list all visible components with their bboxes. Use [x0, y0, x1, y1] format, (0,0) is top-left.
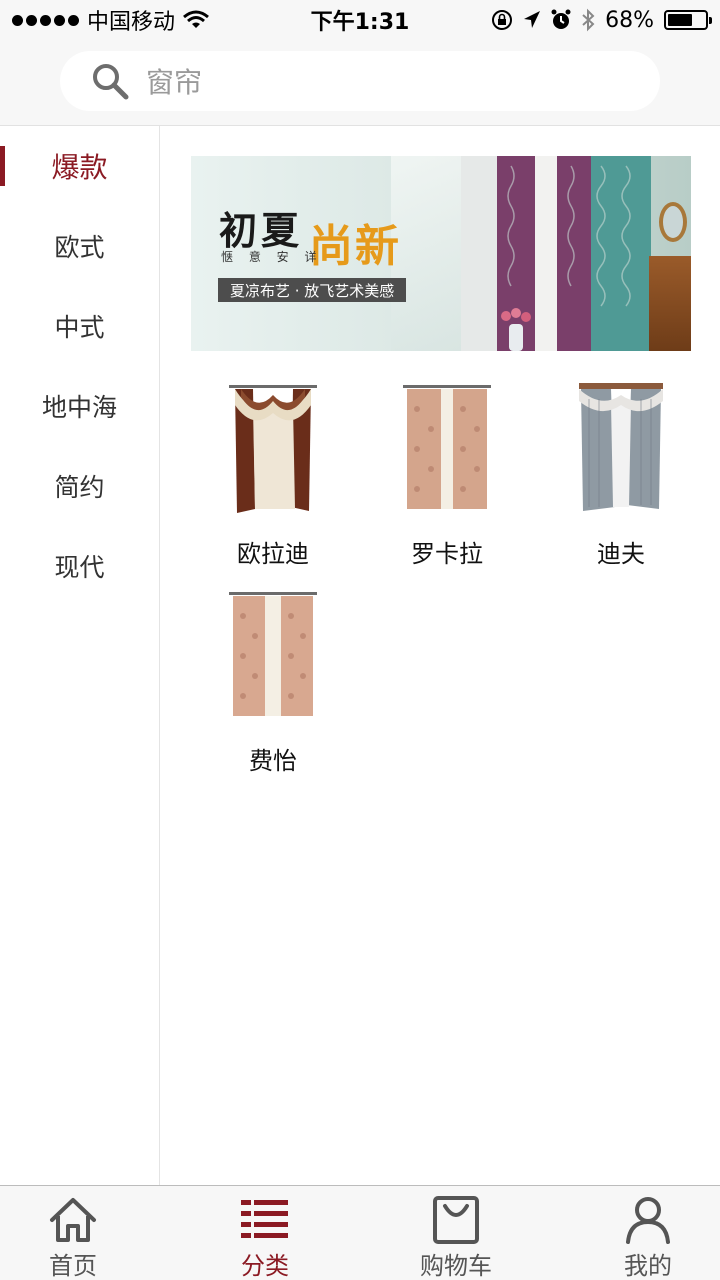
product-image	[535, 374, 707, 524]
sidebar-item-modern[interactable]: 现代	[0, 526, 159, 606]
status-bar: 中国移动 下午1:31 68%	[0, 0, 720, 40]
cart-icon	[433, 1196, 479, 1244]
banner-title-right: 尚新	[309, 221, 401, 272]
product-card[interactable]: 迪夫	[535, 374, 707, 574]
banner-vase-image	[501, 308, 531, 351]
banner-curtain-image	[461, 156, 651, 351]
category-icon	[241, 1200, 288, 1238]
battery-percent: 68%	[605, 7, 654, 33]
banner-subtitle: 惬 意 安 详	[221, 250, 323, 264]
rotation-lock-icon	[492, 10, 513, 30]
tab-category-label: 分类	[241, 1252, 289, 1280]
search-header: 窗帘	[0, 40, 720, 126]
banner-tag: 夏凉布艺 · 放飞艺术美感	[218, 278, 407, 302]
signal-strength-icon	[12, 14, 79, 26]
category-content: 初夏 尚新 惬 意 安 详 夏凉布艺 · 放飞艺术美感 欧拉迪 罗卡拉 迪夫 费…	[161, 126, 720, 1185]
sidebar-item-hot[interactable]: 爆款	[0, 126, 159, 206]
profile-icon	[626, 1197, 670, 1244]
bottom-tab-bar: 首页 分类 购物车 我的	[0, 1185, 720, 1280]
sidebar-item-chinese[interactable]: 中式	[0, 286, 159, 366]
product-card[interactable]: 罗卡拉	[361, 374, 533, 574]
location-icon	[524, 11, 541, 28]
tab-category[interactable]: 分类	[175, 1186, 355, 1280]
banner-mirror-image	[659, 202, 687, 242]
battery-icon	[664, 10, 712, 30]
promo-banner[interactable]: 初夏 尚新 惬 意 安 详 夏凉布艺 · 放飞艺术美感	[191, 156, 691, 351]
wifi-icon	[183, 10, 209, 28]
product-name: 罗卡拉	[411, 540, 483, 568]
alarm-icon	[551, 9, 571, 29]
product-image	[361, 374, 533, 524]
search-icon	[93, 64, 129, 100]
bluetooth-icon	[582, 8, 595, 32]
status-time: 下午1:31	[310, 10, 410, 35]
tab-home[interactable]: 首页	[0, 1186, 163, 1280]
sidebar-item-label: 简约	[54, 473, 105, 502]
tab-cart-label: 购物车	[420, 1252, 492, 1280]
carrier-name: 中国移动	[87, 10, 176, 35]
sidebar-item-label: 地中海	[41, 393, 117, 422]
sidebar-item-label: 现代	[54, 553, 105, 582]
banner-title-left: 初夏	[219, 208, 304, 253]
tab-cart[interactable]: 购物车	[366, 1186, 546, 1280]
product-card[interactable]: 欧拉迪	[187, 374, 359, 574]
sidebar-item-european[interactable]: 欧式	[0, 206, 159, 286]
search-input[interactable]: 窗帘	[60, 51, 660, 111]
product-card[interactable]: 费怡	[187, 581, 359, 781]
product-name: 欧拉迪	[237, 540, 309, 568]
sidebar-item-label: 爆款	[51, 151, 108, 184]
sidebar-item-label: 欧式	[54, 233, 105, 262]
home-icon	[50, 1198, 96, 1242]
sidebar-item-minimal[interactable]: 简约	[0, 446, 159, 526]
tab-home-label: 首页	[49, 1252, 97, 1280]
banner-window-image	[391, 156, 471, 351]
product-name: 迪夫	[597, 540, 645, 568]
sidebar-item-label: 中式	[54, 313, 105, 342]
tab-profile[interactable]: 我的	[558, 1186, 720, 1280]
search-placeholder: 窗帘	[146, 66, 203, 99]
category-sidebar: 爆款 欧式 中式 地中海 简约 现代	[0, 126, 160, 1185]
product-image	[187, 581, 359, 731]
banner-dresser-image	[649, 256, 691, 351]
sidebar-item-mediterranean[interactable]: 地中海	[0, 366, 159, 446]
product-image	[187, 374, 359, 524]
product-name: 费怡	[249, 747, 297, 775]
tab-profile-label: 我的	[624, 1252, 672, 1280]
